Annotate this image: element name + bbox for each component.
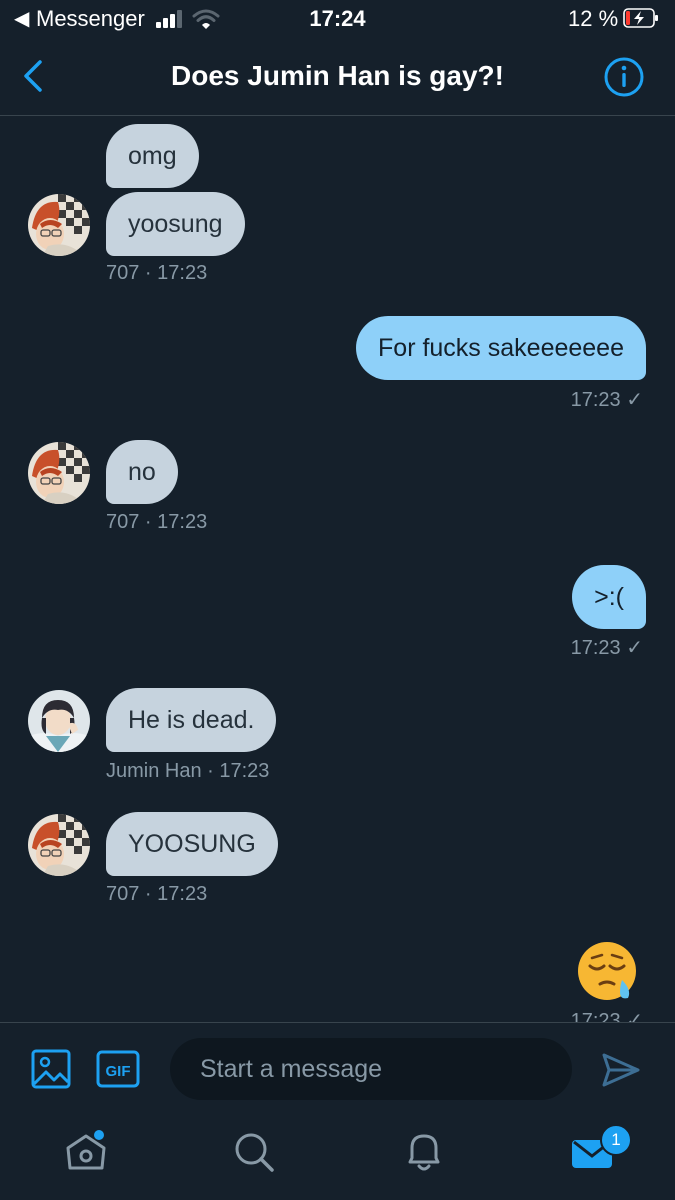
message-composer: GIF — [0, 1022, 675, 1115]
tab-search[interactable] — [230, 1128, 278, 1176]
message-meta: Jumin Han · 17:23 — [106, 760, 270, 782]
conversation-header: Does Jumin Han is gay?! — [0, 38, 675, 116]
message-list[interactable]: omg yoosung 707 · 17:23 For fucks sakeee… — [0, 116, 675, 1022]
avatar-707[interactable] — [28, 194, 90, 256]
message-meta: 17:23 ✓ — [570, 1010, 643, 1022]
avatar-707[interactable] — [28, 814, 90, 876]
message-text: For fucks sakeeeeeee — [378, 334, 624, 362]
avatar-707[interactable] — [28, 442, 90, 504]
tab-notifications[interactable] — [400, 1128, 448, 1176]
message-text: >:( — [594, 583, 624, 611]
emoji-message-text: 😪 — [576, 940, 577, 941]
message-meta: 17:23 ✓ — [570, 389, 643, 411]
message-bubble-outgoing[interactable]: >:( — [572, 565, 646, 629]
message-bubble-incoming[interactable]: YOOSUNG — [106, 812, 278, 876]
avatar-jumin-han[interactable] — [28, 690, 90, 752]
message-bubble-incoming[interactable]: omg — [106, 124, 199, 188]
message-input[interactable] — [170, 1038, 572, 1100]
message-meta: 707 · 17:23 — [106, 262, 208, 284]
gif-button[interactable]: GIF — [96, 1049, 140, 1089]
message-bubble-outgoing[interactable]: For fucks sakeeeeeee — [356, 316, 646, 380]
message-text: yoosung — [128, 210, 223, 238]
message-bubble-incoming[interactable]: yoosung — [106, 192, 245, 256]
home-notification-dot — [94, 1130, 104, 1140]
message-text: He is dead. — [128, 706, 255, 734]
bottom-tab-bar: 1 — [0, 1114, 675, 1200]
gif-icon: GIF — [96, 1050, 140, 1088]
battery-percentage: 12 % — [568, 6, 619, 31]
status-bar: ◀ Messenger 17:24 12 % — [0, 0, 675, 38]
message-text: no — [128, 458, 156, 486]
gif-label: GIF — [106, 1063, 131, 1080]
send-icon[interactable] — [600, 1049, 642, 1091]
message-text: omg — [128, 142, 177, 170]
message-text: YOOSUNG — [128, 830, 256, 858]
battery-charging-icon — [623, 8, 658, 28]
chevron-left-icon[interactable] — [20, 58, 48, 94]
message-meta: 17:23 ✓ — [570, 637, 643, 659]
message-bubble-incoming[interactable]: no — [106, 440, 178, 504]
sleepy-face-emoji-message[interactable]: 😪 — [576, 940, 642, 1006]
info-icon[interactable] — [603, 56, 645, 98]
messages-unread-badge: 1 — [600, 1124, 632, 1156]
message-meta: 707 · 17:23 — [106, 883, 208, 905]
message-bubble-incoming[interactable]: He is dead. — [106, 688, 277, 752]
conversation-title: Does Jumin Han is gay?! — [171, 60, 504, 91]
search-icon — [235, 1133, 274, 1172]
bell-icon — [408, 1134, 440, 1171]
message-meta: 707 · 17:23 — [106, 511, 208, 533]
image-icon[interactable] — [30, 1048, 72, 1090]
